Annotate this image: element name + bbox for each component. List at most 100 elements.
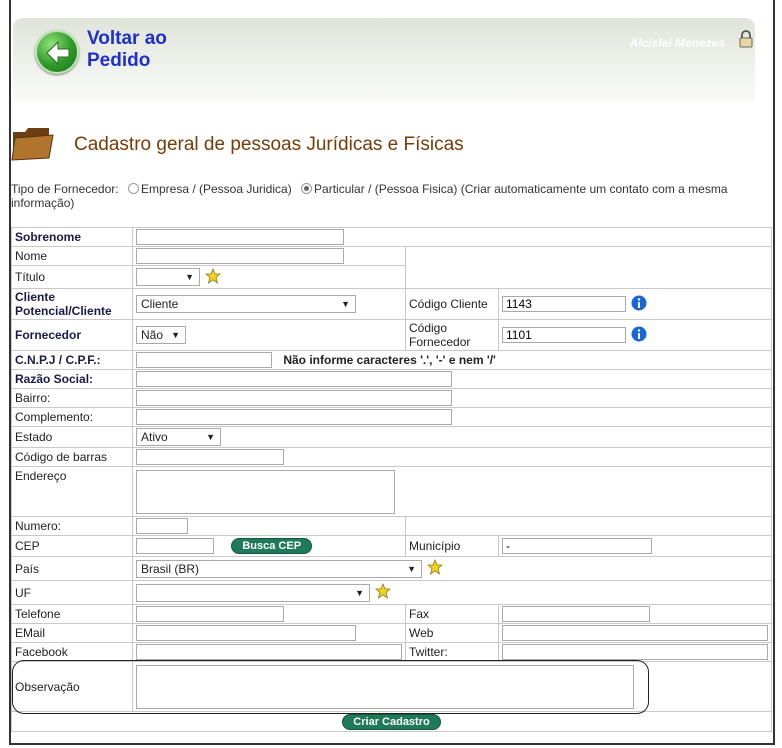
numero-label: Numero: [11,516,133,536]
pais-select-value: Brasil (BR) [141,561,200,576]
sobrenome-input[interactable] [136,229,344,245]
row-endereco: Endereço [11,466,773,517]
telefone-label: Telefone [11,604,133,624]
codigo-cliente-input[interactable] [502,296,626,312]
radio-individual-label[interactable]: Particular / (Pessoa Fisica) (Criar auto… [11,182,728,210]
supplier-type-label: Tipo de Fornecedor: [11,182,119,196]
row-pais: País Brasil (BR) ▼ [11,556,773,581]
row-fornecedor: Fornecedor Não ▼ Código Fornecedor [11,319,773,351]
twitter-input[interactable] [502,644,768,660]
row-complemento: Complemento: [11,407,773,427]
endereco-label: Endereço [11,466,133,517]
row-codigo-barras: Código de barras [11,447,773,467]
codigo-fornecedor-input[interactable] [502,327,626,343]
row-telefone: Telefone Fax [11,604,773,624]
radio-individual[interactable] [301,183,313,194]
lock-icon[interactable] [739,30,753,51]
email-label: EMail [11,623,133,643]
complemento-label: Complemento: [11,407,133,427]
nome-input[interactable] [136,248,344,264]
estado-select[interactable]: Ativo ▼ [136,428,221,446]
row-uf: UF ▼ [11,580,773,605]
row-estado: Estado Ativo ▼ [11,426,773,448]
chevron-down-icon: ▼ [171,330,180,340]
back-to-order-link[interactable]: Voltar ao Pedido [87,28,207,72]
numero-input[interactable] [136,518,188,534]
busca-cep-button[interactable]: Busca CEP [231,538,313,554]
web-input[interactable] [502,625,768,641]
estado-select-value: Ativo [141,430,168,444]
row-sobrenome: Sobrenome [11,227,773,247]
telefone-input[interactable] [136,606,284,622]
observacao-textarea[interactable] [136,664,634,709]
row-cep: CEP Busca CEP Município [11,535,773,557]
cliente-select-value: Cliente [141,297,179,311]
cep-input[interactable] [136,538,214,554]
facebook-label: Facebook [11,642,133,662]
info-icon[interactable] [631,326,647,345]
chevron-down-icon: ▼ [341,299,350,309]
codigo-cliente-label: Código Cliente [405,288,499,320]
row-observacao: Observação [11,661,773,712]
chevron-down-icon: ▼ [407,563,416,574]
codigo-barras-input[interactable] [136,449,284,465]
email-input[interactable] [136,625,356,641]
star-icon[interactable] [427,558,444,578]
uf-select[interactable]: ▼ [136,583,370,602]
estado-label: Estado [11,426,133,448]
municipio-input[interactable] [502,538,652,554]
municipio-label: Município [405,535,499,557]
bairro-input[interactable] [136,390,452,406]
codigo-fornecedor-label: Código Fornecedor [405,319,499,351]
fax-input[interactable] [502,606,650,622]
fornecedor-select[interactable]: Não ▼ [136,326,186,344]
row-nome: Nome [11,246,773,289]
radio-company-label[interactable]: Empresa / (Pessoa Juridica) [141,182,292,196]
codigo-barras-label: Código de barras [11,447,133,467]
chevron-down-icon: ▼ [185,272,194,282]
pais-select[interactable]: Brasil (BR) ▼ [136,559,422,578]
cep-label: CEP [11,535,133,557]
criar-cadastro-button[interactable]: Criar Cadastro [342,713,441,730]
fornecedor-label: Fornecedor [11,319,133,351]
cnpj-label: C.N.P.J / C.P.F.: [11,350,133,370]
star-icon[interactable] [375,582,392,602]
cnpj-input[interactable] [136,352,272,368]
pais-label: País [11,556,133,581]
endereco-textarea[interactable] [136,469,395,514]
back-arrow-icon[interactable] [35,30,79,74]
info-icon[interactable] [631,295,647,314]
sobrenome-label: Sobrenome [11,227,133,247]
registration-form: Sobrenome Nome Título ▼ Cliente Potencia… [10,227,773,732]
row-email: EMail Web [11,623,773,643]
cliente-select[interactable]: Cliente ▼ [136,295,356,313]
complemento-input[interactable] [136,409,452,425]
user-name[interactable]: Alcislei Menezes [630,36,725,50]
bairro-label: Bairro: [11,388,133,408]
facebook-input[interactable] [136,644,402,660]
row-cliente: Cliente Potencial/Cliente Cliente ▼ Códig… [11,288,773,320]
row-razao: Razão Social: [11,369,773,389]
header-bar: Voltar ao Pedido Alcislei Menezes [13,18,755,102]
fornecedor-select-value: Não [141,328,164,342]
nome-label: Nome [11,246,133,266]
radio-company[interactable] [127,183,139,194]
star-icon[interactable] [205,267,222,287]
cnpj-hint: Não informe caracteres '.', '-' e nem '/… [283,353,496,367]
folder-icon [11,126,55,165]
page-title: Cadastro geral de pessoas Jurídicas e Fí… [74,134,464,155]
row-facebook: Facebook Twitter: [11,642,773,662]
titulo-select[interactable]: ▼ [136,268,200,286]
empty-cell [404,516,773,536]
row-bairro: Bairro: [11,388,773,408]
razao-input[interactable] [136,371,452,387]
uf-label: UF [11,580,133,605]
chevron-down-icon: ▼ [355,587,364,598]
row-submit: Criar Cadastro [10,711,773,732]
fax-label: Fax [405,604,499,624]
cliente-label: Cliente Potencial/Cliente [11,288,133,320]
row-numero: Numero: [11,516,773,536]
twitter-label: Twitter: [405,642,499,662]
titulo-label: Título [11,265,133,289]
chevron-down-icon: ▼ [206,432,215,442]
